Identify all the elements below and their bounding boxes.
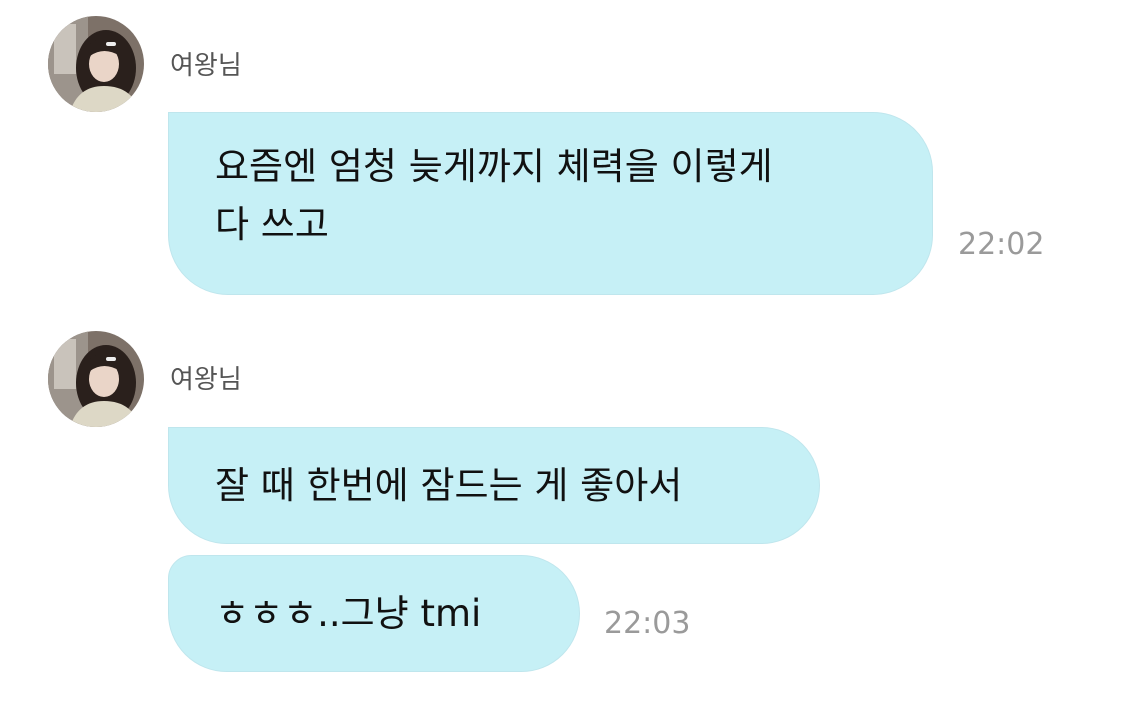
message-bubble[interactable]: ㅎㅎㅎ..그냥 tmi [168,555,580,672]
message-timestamp: 22:02 [958,227,1045,262]
message-text: ㅎㅎㅎ..그냥 tmi [215,591,482,635]
sender-name: 여왕님 [170,51,242,81]
avatar[interactable] [48,16,144,112]
message-bubble[interactable]: 잘 때 한번에 잠드는 게 좋아서 [168,427,820,544]
profile-photo [48,16,144,112]
message-bubble[interactable]: 요즘엔 엄청 늦게까지 체력을 이렇게 다 쓰고 [168,112,933,295]
message-timestamp: 22:03 [604,606,691,641]
sender-name: 여왕님 [170,365,242,395]
avatar[interactable] [48,331,144,427]
message-text-line: 다 쓰고 [215,203,329,246]
profile-photo [48,331,144,427]
message-text: 잘 때 한번에 잠드는 게 좋아서 [215,463,683,507]
message-text-line: 요즘엔 엄청 늦게까지 체력을 이렇게 [215,145,773,188]
